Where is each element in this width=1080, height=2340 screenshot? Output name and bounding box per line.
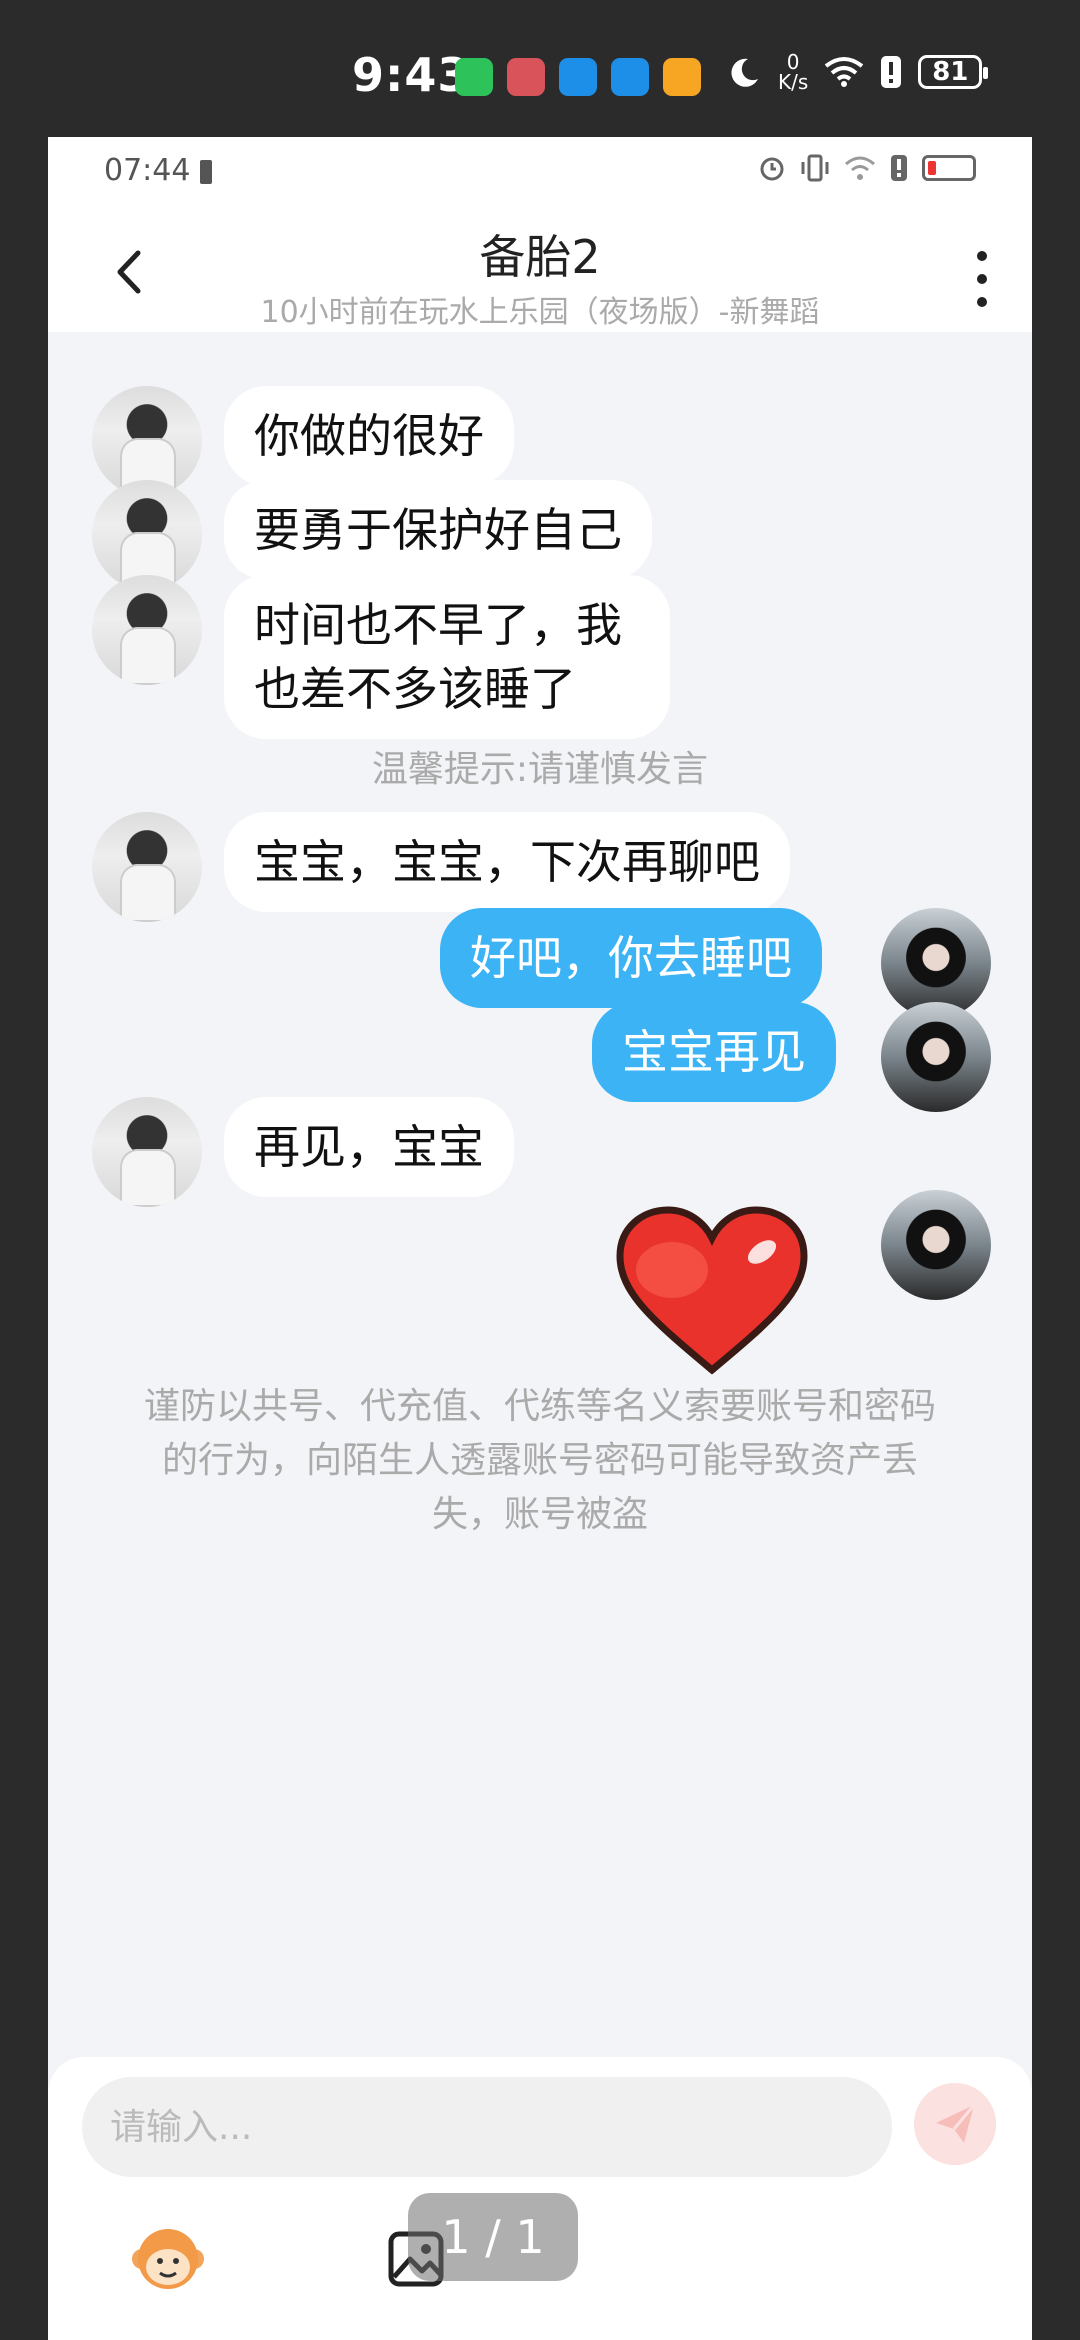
- vibrate-icon: [801, 154, 829, 182]
- device-status-bar: 9:43 0 K/s 81: [0, 0, 1080, 140]
- message-input[interactable]: [82, 2077, 892, 2177]
- message-bubble-received: 你做的很好: [224, 386, 514, 486]
- alert-icon: [881, 56, 902, 88]
- notification-app-icons: [455, 58, 701, 96]
- message-bubble-received: 要勇于保护好自己: [224, 480, 652, 580]
- wechat-icon: [455, 58, 493, 96]
- device-clock: 9:43: [352, 48, 471, 102]
- heart-sticker-icon[interactable]: [612, 1200, 812, 1380]
- monkey-emoji-icon[interactable]: [130, 2225, 206, 2293]
- inner-clock-text: 07:44: [104, 153, 191, 188]
- user-avatar[interactable]: [881, 1002, 991, 1112]
- safety-tip: 温馨提示:请谨慎发言: [371, 749, 709, 790]
- message-list[interactable]: 你做的很好 要勇于保护好自己 时间也不早了，我也差不多该睡了 温馨提示:请谨慎发…: [48, 332, 1032, 2192]
- contact-avatar[interactable]: [92, 1097, 202, 1207]
- wifi-icon-inner: [845, 156, 875, 180]
- chat-subtitle: 10小时前在玩水上乐园（夜场版）-新舞蹈: [260, 295, 820, 330]
- device-status-icons: 0 K/s 81: [728, 52, 989, 92]
- send-icon[interactable]: [914, 2083, 996, 2165]
- alarm-icon: [760, 157, 784, 181]
- message-bubble-received: 再见，宝宝: [224, 1097, 514, 1197]
- low-battery-icon: [922, 155, 976, 181]
- inner-status-icons: [758, 153, 976, 183]
- chat-header: 备胎2 10小时前在玩水上乐园（夜场版）-新舞蹈: [48, 207, 1032, 332]
- battery-indicator: 81: [918, 55, 989, 89]
- moon-icon: [731, 58, 758, 87]
- page-counter: 1 / 1: [408, 2193, 578, 2281]
- inner-status-bar: 07:44: [48, 137, 1032, 207]
- message-bubble-received: 时间也不早了，我也差不多该睡了: [224, 575, 670, 739]
- contact-avatar[interactable]: [92, 480, 202, 590]
- message-bubble-sent: 宝宝再见: [592, 1002, 836, 1102]
- orange-app-icon: [663, 58, 701, 96]
- wifi-icon: [825, 57, 864, 87]
- cloud-app-icon: [559, 58, 597, 96]
- battery-small-icon: [200, 159, 213, 184]
- app-screen: 07:44 备胎2 10小时前在玩水上乐园（夜场版）-新舞蹈 你做的很好 要勇于…: [48, 137, 1032, 2340]
- more-options-icon[interactable]: [972, 251, 992, 307]
- message-bubble-received: 宝宝，宝宝，下次再聊吧: [224, 812, 790, 912]
- chat-title: 备胎2: [479, 230, 601, 284]
- cloud-app-icon-2: [611, 58, 649, 96]
- net-speed-unit: K/s: [778, 70, 809, 94]
- net-speed: 0 K/s: [778, 52, 808, 92]
- user-avatar[interactable]: [881, 1190, 991, 1300]
- alert-icon-inner: [891, 155, 907, 181]
- net-speed-value: 0: [786, 50, 800, 74]
- contact-avatar[interactable]: [92, 812, 202, 922]
- game-app-icon: [507, 58, 545, 96]
- inner-clock: 07:44: [104, 153, 213, 188]
- security-warning: 谨防以共号、代充值、代练等名义索要账号和密码的行为，向陌生人透露账号密码可能导致…: [143, 1386, 936, 1535]
- contact-avatar[interactable]: [92, 575, 202, 685]
- message-bubble-sent: 好吧，你去睡吧: [440, 908, 822, 1008]
